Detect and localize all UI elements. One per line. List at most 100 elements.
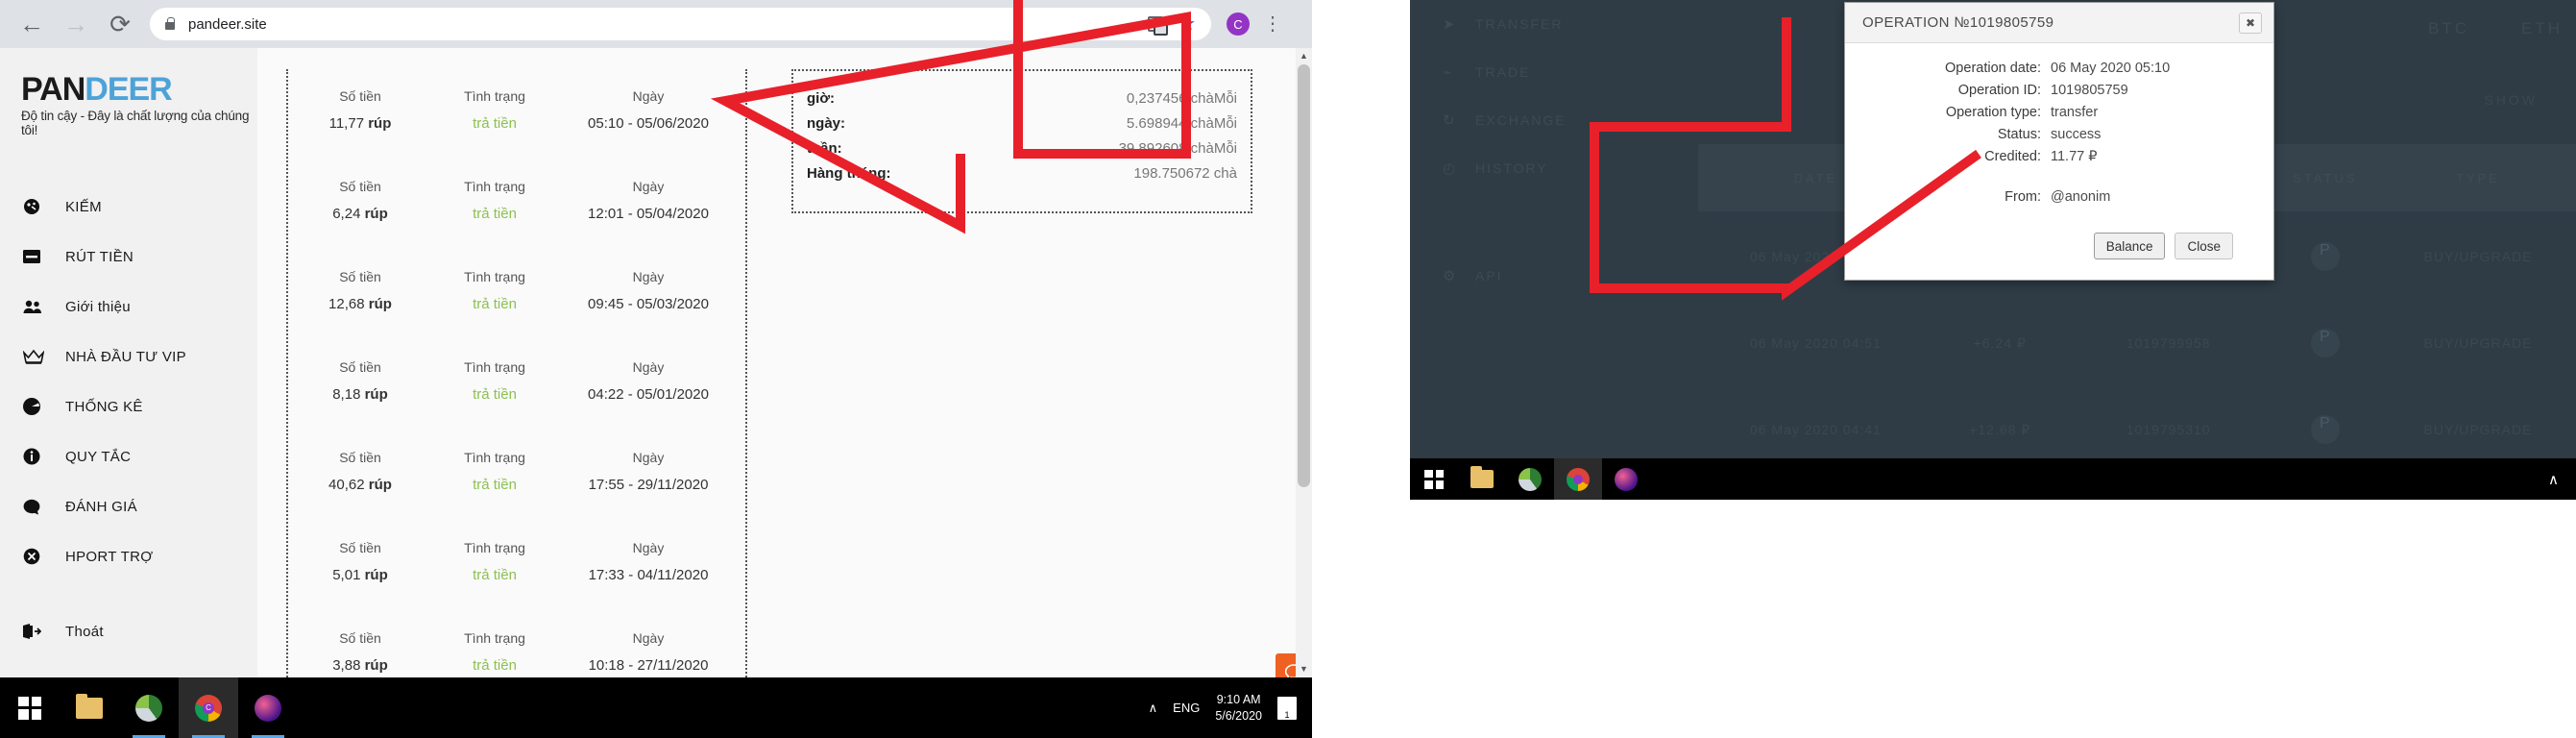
start-button[interactable] (1410, 458, 1458, 500)
browser-toolbar: ← → ⟳ pandeer.site ★ C ⋮ (0, 0, 1312, 48)
stat-value: 0,237456 chàMỗi (1126, 90, 1237, 107)
start-button[interactable] (0, 677, 60, 738)
tray-chevron-icon[interactable]: ∧ (1149, 701, 1158, 716)
detail-key: Status: (1997, 127, 2041, 142)
translate-icon[interactable] (1148, 16, 1169, 36)
row-type: BUY/UPGRADE (2423, 335, 2533, 351)
windows-logo-icon (18, 696, 41, 720)
speedometer-icon (23, 198, 52, 215)
tx-date: 10:18 - 27/11/2020 (588, 657, 709, 674)
balance-button[interactable]: Balance (2093, 233, 2166, 259)
row-type: BUY/UPGRADE (2423, 422, 2533, 437)
col-header-date: Ngày (632, 630, 665, 646)
bookmark-star-icon[interactable]: ★ (1179, 14, 1196, 34)
sidebar-item-rut-tien[interactable]: RÚT TIỀN (0, 232, 257, 282)
close-button[interactable]: Close (2175, 233, 2233, 259)
row-id: 1019799958 (2126, 335, 2211, 351)
forward-icon[interactable]: → (54, 2, 98, 46)
scroll-down-icon[interactable]: ▼ (1296, 661, 1312, 677)
taskbar-chrome-button[interactable]: C (179, 677, 238, 738)
reload-icon[interactable]: ⟳ (98, 2, 142, 46)
exchange-nav-history[interactable]: ◴ HISTORY (1410, 144, 1698, 192)
row-date: 06 May 2020 04:41 (1749, 422, 1882, 437)
sidebar-item-gioi-thieu[interactable]: Giới thiệu (0, 282, 257, 332)
col-header-date: Ngày (632, 359, 665, 375)
col-header-amount: Số tiền (339, 359, 381, 375)
file-explorer-button[interactable] (60, 677, 119, 738)
transaction-list: Số tiền Tình trạng Ngày 11,77 rúp trả ti… (286, 69, 747, 677)
send-icon: ➤ (1443, 16, 1457, 33)
tx-unit: rúp (368, 115, 392, 132)
sidebar-item-hport-tro[interactable]: HPORT TRỢ (0, 531, 257, 581)
col-header-amount: Số tiền (339, 88, 381, 104)
stat-key: giờ: (807, 90, 835, 107)
back-icon[interactable]: ← (10, 2, 54, 46)
tx-date: 09:45 - 05/03/2020 (588, 296, 709, 312)
sidebar-item-quy-tac[interactable]: QUY TẮC (0, 431, 257, 481)
table-row: Số tiền Tình trạng Ngày 6,24 rúp trả tiề… (288, 160, 745, 250)
taskbar-app-2[interactable] (1602, 458, 1650, 500)
chart-icon: ⌁ (1443, 64, 1454, 81)
col-header-status: Tình trạng (464, 630, 525, 646)
tx-unit: rúp (368, 296, 392, 312)
stat-row: giờ: 0,237456 chàMỗi (807, 90, 1237, 107)
tab-eth[interactable]: ETH (2521, 19, 2563, 38)
table-row: Số tiền Tình trạng Ngày 3,88 rúp trả tiề… (288, 611, 745, 677)
row-status: P (2271, 415, 2380, 444)
col-header-date: Ngày (632, 540, 665, 555)
exchange-nav-api[interactable]: ⚙ API (1410, 252, 1698, 300)
exchange-nav-trade[interactable]: ⌁ TRADE (1410, 48, 1698, 96)
notifications-icon[interactable]: 1 (1277, 696, 1297, 720)
address-bar[interactable]: pandeer.site ★ (150, 8, 1211, 40)
detail-key: Credited: (1984, 149, 2041, 164)
sidebar-item-thoat[interactable]: Thoát (0, 606, 257, 656)
sidebar-item-danh-gia[interactable]: ĐÁNH GIÁ (0, 481, 257, 531)
stat-row: tuần: 39.892608 chàMỗi (807, 140, 1237, 157)
chrome-menu-icon[interactable]: ⋮ (1263, 14, 1282, 34)
close-icon[interactable]: ✖ (2239, 12, 2262, 34)
tx-date: 04:22 - 05/01/2020 (588, 386, 709, 403)
row-amount: +6.24 ₽ (1973, 334, 2027, 351)
col-header-status: STATUS (2293, 170, 2358, 185)
col-header-status: Tình trạng (464, 88, 525, 104)
info-icon (23, 448, 52, 465)
web-page: PANDEER Độ tin cậy - Đây là chất lượng c… (0, 48, 1312, 677)
detail-value: transfer (2051, 105, 2099, 120)
sidebar-item-kiem[interactable]: KIẾM (0, 182, 257, 232)
table-row: Số tiền Tình trạng Ngày 12,68 rúp trả ti… (288, 250, 745, 340)
tab-btc[interactable]: BTC (2428, 19, 2469, 38)
tx-amount: 12,68 (328, 296, 365, 312)
scrollbar-thumb[interactable] (1298, 64, 1310, 487)
browser-window: ← → ⟳ pandeer.site ★ C ⋮ PANDEER Độ tin … (0, 0, 1312, 738)
taskbar-app-1[interactable] (119, 677, 179, 738)
taskbar-app-1[interactable] (1506, 458, 1554, 500)
exchange-nav-transfer[interactable]: ➤ TRANSFER (1410, 0, 1698, 48)
row-id: 1019795310 (2126, 422, 2211, 437)
app-icon-pink (255, 694, 281, 722)
tx-status: trả tiền (473, 296, 517, 312)
page-scrollbar[interactable]: ▲ ▼ (1296, 48, 1312, 677)
comment-icon (23, 499, 52, 515)
table-row[interactable]: 06 May 2020 04:51 +6.24 ₽ 1019799958 P B… (1698, 300, 2576, 386)
profile-avatar[interactable]: C (1227, 12, 1250, 36)
sidebar-item-thong-ke[interactable]: THỐNG KÊ (0, 381, 257, 431)
scroll-up-icon[interactable]: ▲ (1296, 48, 1312, 64)
taskbar-chrome-button[interactable] (1554, 458, 1602, 500)
taskbar-app-2[interactable] (238, 677, 298, 738)
detail-value: success (2051, 127, 2102, 142)
exchange-nav-label: API (1475, 268, 1503, 283)
sidebar-menu: KIẾM RÚT TIỀN Giới thiệu NHÀ ĐẦU TƯ VIP … (0, 182, 257, 656)
row-amount: +12.68 ₽ (1969, 421, 2031, 437)
language-indicator[interactable]: ENG (1173, 701, 1200, 715)
taskbar-clock[interactable]: 9:10 AM 5/6/2020 (1215, 692, 1262, 725)
sidebar-item-label: HPORT TRỢ (65, 548, 154, 565)
table-row: Số tiền Tình trạng Ngày 5,01 rúp trả tiề… (288, 521, 745, 611)
status-badge: P (2310, 329, 2340, 357)
status-badge: P (2310, 242, 2340, 271)
file-explorer-button[interactable] (1458, 458, 1506, 500)
exchange-nav-exchange[interactable]: ↻ EXCHANGE (1410, 96, 1698, 144)
tray-chevron-icon[interactable]: ∧ (2548, 471, 2576, 488)
show-filter[interactable]: SHOW (2484, 92, 2538, 108)
operation-details-dialog: OPERATION №1019805759 ✖ Operation date: … (1844, 2, 2274, 281)
sidebar-item-nha-dau-tu-vip[interactable]: NHÀ ĐẦU TƯ VIP (0, 332, 257, 381)
